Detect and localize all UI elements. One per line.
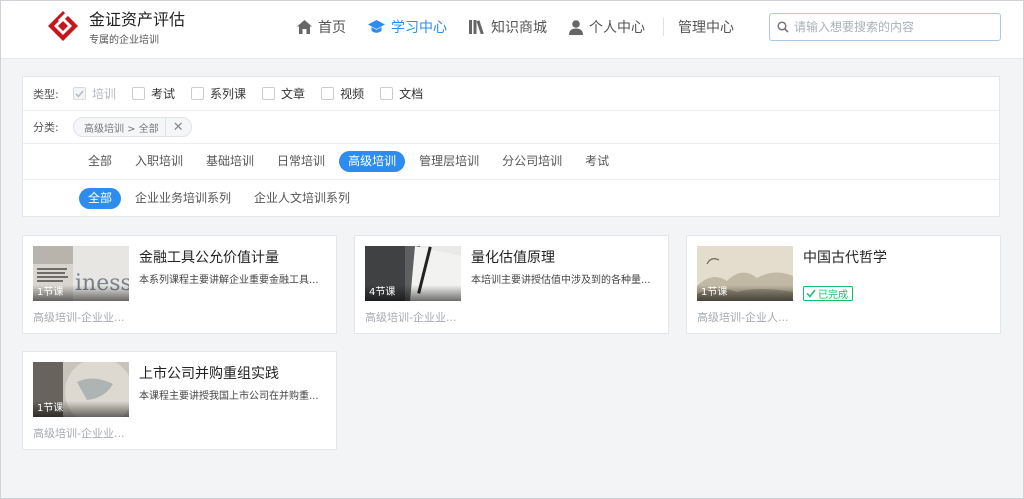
checkbox-icon [321, 87, 335, 100]
check-icon [806, 289, 816, 298]
category-pill[interactable]: 管理层培训 [410, 151, 488, 172]
category-pill[interactable]: 入职培训 [126, 151, 192, 172]
subcategory-pill[interactable]: 企业业务培训系列 [126, 188, 240, 209]
course-title[interactable]: 金融工具公允价值计量 [139, 247, 279, 267]
course-description: 本课程主要讲授我国上市公司在并购重... [139, 391, 319, 402]
course-category: 高级培训-企业业... [33, 427, 125, 440]
course-thumbnail[interactable]: 1节课 [33, 362, 129, 417]
nav-admin-center-label: 管理中心 [678, 20, 734, 36]
nav-knowledge-mall[interactable]: 知识商城 [469, 17, 547, 37]
type-label: 类型: [33, 87, 59, 101]
lesson-count: 1节课 [33, 285, 129, 301]
nav-learning-center[interactable]: 学习中心 [368, 17, 447, 37]
nav-knowledge-mall-label: 知识商城 [491, 20, 547, 36]
course-thumbnail[interactable]: iness 1节课 [33, 246, 129, 301]
nav-admin-center[interactable]: 管理中心 [678, 17, 734, 37]
type-filter-row: 类型: 培训 考试 系列课 文章 视频 文档 [23, 77, 999, 111]
user-icon [569, 19, 583, 35]
category-filter-row: 分类: 高级培训 > 全部 ✕ [23, 111, 999, 144]
type-checkbox-document[interactable]: 文档 [380, 85, 423, 102]
checkbox-checked-icon [73, 87, 86, 100]
lesson-count: 4节课 [365, 285, 461, 301]
books-icon [469, 20, 484, 34]
nav-home[interactable]: 首页 [297, 17, 346, 37]
category-pill[interactable]: 日常培训 [268, 151, 334, 172]
type-label-video: 视频 [340, 87, 365, 101]
type-checkbox-exam[interactable]: 考试 [132, 85, 175, 102]
category-level1-pills: 全部 入职培训 基础培训 日常培训 高级培训 管理层培训 分公司培训 考试 [79, 151, 623, 172]
course-card[interactable]: 1节课 上市公司并购重组实践 本课程主要讲授我国上市公司在并购重... 高级培训… [22, 351, 337, 450]
subcategory-pill[interactable]: 企业人文培训系列 [245, 188, 359, 209]
category-pill[interactable]: 分公司培训 [493, 151, 571, 172]
selected-category-text: 高级培训 > 全部 [84, 123, 159, 135]
category-level2-row: 全部 企业业务培训系列 企业人文培训系列 [23, 180, 999, 217]
search-box [769, 13, 1001, 41]
course-category: 高级培训-企业业... [33, 311, 125, 324]
main-nav: 首页 学习中心 知识商城 个人中心 管理中心 [297, 1, 756, 53]
checkbox-icon [262, 87, 276, 100]
category-pill[interactable]: 基础培训 [197, 151, 263, 172]
category-pill-active[interactable]: 高级培训 [339, 151, 406, 172]
nav-personal-center-label: 个人中心 [589, 20, 645, 36]
nav-divider [663, 18, 664, 36]
search-input[interactable] [794, 20, 994, 34]
checkbox-icon [380, 87, 394, 100]
category-level1-row: 全部 入职培训 基础培训 日常培训 高级培训 管理层培训 分公司培训 考试 [23, 144, 999, 180]
category-label: 分类: [33, 121, 59, 134]
course-title[interactable]: 上市公司并购重组实践 [139, 363, 279, 383]
brand[interactable]: 金证资产评估 专属的企业培训 [89, 10, 186, 47]
type-label-article: 文章 [281, 87, 306, 101]
brand-name: 金证资产评估 [89, 10, 186, 29]
course-card[interactable]: iness 1节课 金融工具公允价值计量 本系列课程主要讲解企业重要金融工具..… [22, 235, 337, 334]
category-level2-pills: 全部 企业业务培训系列 企业人文培训系列 [79, 188, 364, 209]
course-card[interactable]: 1节课 中国古代哲学 已完成 高级培训-企业人... [686, 235, 1001, 334]
course-thumbnail[interactable]: 1节课 [697, 246, 793, 301]
category-pill[interactable]: 考试 [576, 151, 618, 172]
course-title[interactable]: 量化估值原理 [471, 247, 555, 267]
home-icon [297, 20, 312, 34]
course-description: 本培训主要讲授估值中涉及到的各种量... [471, 275, 651, 286]
selected-category-tag: 高级培训 > 全部 ✕ [73, 117, 192, 137]
course-title[interactable]: 中国古代哲学 [803, 247, 887, 267]
nav-personal-center[interactable]: 个人中心 [569, 17, 645, 37]
type-label-training: 培训 [92, 87, 117, 101]
course-category: 高级培训-企业业... [365, 311, 457, 324]
search-icon[interactable] [777, 21, 789, 33]
type-checkboxes: 培训 考试 系列课 文章 视频 文档 [73, 85, 439, 102]
brand-slogan: 专属的企业培训 [89, 35, 159, 46]
clear-category-button[interactable]: ✕ [164, 118, 191, 136]
course-description: 本系列课程主要讲解企业重要金融工具... [139, 275, 319, 286]
course-category: 高级培训-企业人... [697, 311, 789, 324]
nav-learning-center-label: 学习中心 [391, 20, 447, 36]
filter-panel: 类型: 培训 考试 系列课 文章 视频 文档 分类: 高级培训 > 全部 ✕ 全… [22, 76, 1000, 217]
type-checkbox-article[interactable]: 文章 [262, 85, 305, 102]
top-header: 金证资产评估 专属的企业培训 首页 学习中心 知识商城 个人中心 管理中心 [1, 1, 1023, 59]
completed-badge-label: 已完成 [818, 290, 848, 301]
type-checkbox-training[interactable]: 培训 [73, 85, 116, 102]
graduation-cap-icon [368, 20, 385, 33]
type-label-exam: 考试 [151, 87, 176, 101]
course-card[interactable]: 4节课 量化估值原理 本培训主要讲授估值中涉及到的各种量... 高级培训-企业业… [354, 235, 669, 334]
category-pill[interactable]: 全部 [79, 151, 121, 172]
nav-home-label: 首页 [318, 20, 346, 36]
brand-logo-icon[interactable] [47, 10, 79, 42]
completed-badge: 已完成 [803, 286, 853, 301]
type-checkbox-series[interactable]: 系列课 [191, 85, 246, 102]
type-label-series: 系列课 [210, 87, 247, 101]
subcategory-pill-active[interactable]: 全部 [79, 188, 122, 209]
type-checkbox-video[interactable]: 视频 [321, 85, 364, 102]
lesson-count: 1节课 [697, 285, 793, 301]
checkbox-icon [132, 87, 146, 100]
type-label-document: 文档 [399, 87, 424, 101]
course-thumbnail[interactable]: 4节课 [365, 246, 461, 301]
lesson-count: 1节课 [33, 401, 129, 417]
checkbox-icon [191, 87, 205, 100]
